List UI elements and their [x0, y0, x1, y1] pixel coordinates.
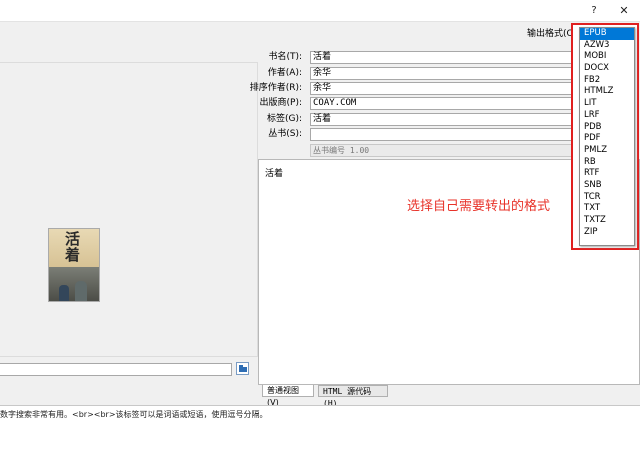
format-option-epub[interactable]: EPUB — [580, 28, 634, 40]
format-option-htmlz[interactable]: HTMLZ — [580, 86, 634, 98]
author-sort-input[interactable]: 余华 — [310, 82, 580, 95]
cover-title: 活着 — [63, 231, 81, 263]
author-input[interactable]: 余华 — [310, 67, 580, 80]
format-highlight-box: EPUB AZW3 MOBI DOCX FB2 HTMLZ LIT LRF PDB PDF PMLZ… — [571, 23, 639, 250]
format-option-tcr[interactable]: TCR — [580, 192, 634, 204]
annotation-text: 选择自己需要转出的格式 — [407, 199, 551, 214]
format-option-txt[interactable]: TXT — [580, 203, 634, 215]
author-sort-label: 排序作者(R): — [249, 83, 302, 93]
title-bar: ? ✕ — [0, 0, 640, 22]
comments-help-text: 数字搜索非常有用。<br><br>该标签可以是词语或短语，使用逗号分隔。 — [0, 410, 268, 419]
comments-help-area: 数字搜索非常有用。<br><br>该标签可以是词语或短语，使用逗号分隔。 — [0, 405, 640, 462]
tags-input[interactable]: 活着 — [310, 113, 580, 126]
author-label: 作者(A): — [267, 68, 302, 78]
cover-scene — [49, 267, 99, 301]
tab-html-source[interactable]: HTML 源代码(H) — [318, 385, 388, 408]
output-format-label: 输出格式(O) — [527, 29, 578, 39]
title-label: 书名(T): — [268, 52, 302, 62]
help-button[interactable]: ? — [586, 3, 602, 19]
format-option-pdb[interactable]: PDB — [580, 122, 634, 134]
format-option-snb[interactable]: SNB — [580, 180, 634, 192]
format-option-docx[interactable]: DOCX — [580, 63, 634, 75]
format-option-azw3[interactable]: AZW3 — [580, 40, 634, 52]
cover-panel: 活着 — [0, 62, 258, 357]
format-option-pmlz[interactable]: PMLZ — [580, 145, 634, 157]
series-input[interactable] — [310, 128, 580, 141]
folder-icon[interactable] — [236, 362, 249, 375]
publisher-input[interactable]: COAY.COM — [310, 97, 580, 110]
close-button[interactable]: ✕ — [616, 3, 632, 19]
cover-path-input[interactable] — [0, 363, 232, 376]
format-option-fb2[interactable]: FB2 — [580, 75, 634, 87]
format-option-rtf[interactable]: RTF — [580, 168, 634, 180]
format-option-pdf[interactable]: PDF — [580, 133, 634, 145]
format-option-lrf[interactable]: LRF — [580, 110, 634, 122]
format-option-rb[interactable]: RB — [580, 157, 634, 169]
comments-editor-text: 活着 — [265, 169, 284, 179]
series-number-spinbox[interactable]: 丛书编号 1.00 — [310, 144, 580, 157]
format-option-txtz[interactable]: TXTZ — [580, 215, 634, 227]
format-option-mobi[interactable]: MOBI — [580, 51, 634, 63]
book-cover-image: 活着 — [48, 228, 100, 302]
format-option-lit[interactable]: LIT — [580, 98, 634, 110]
publisher-label: 出版商(P): — [259, 98, 302, 108]
tab-normal-view[interactable]: 普通视图(V) — [262, 385, 314, 407]
format-option-zip[interactable]: ZIP — [580, 227, 634, 239]
output-format-list[interactable]: EPUB AZW3 MOBI DOCX FB2 HTMLZ LIT LRF PDB PDF PMLZ… — [579, 27, 635, 246]
tags-label: 标签(G): — [266, 114, 302, 124]
series-label: 丛书(S): — [268, 129, 302, 139]
title-input[interactable]: 活着 — [310, 51, 580, 64]
